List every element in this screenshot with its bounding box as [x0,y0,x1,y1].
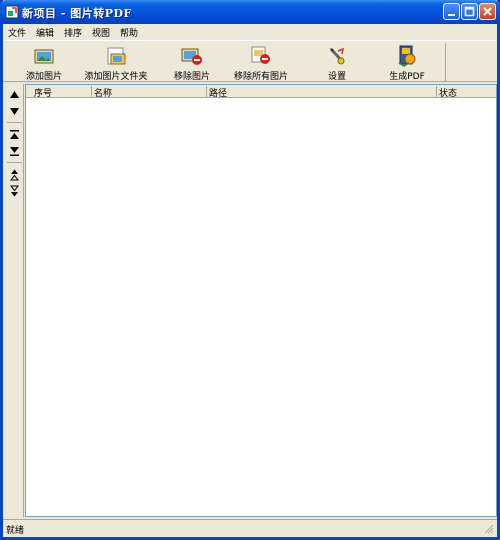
generate-pdf-label: 生成PDF [389,72,425,82]
menu-view[interactable]: 视图 [92,26,110,39]
remove-image-icon [181,48,202,65]
resize-grip-icon[interactable] [484,524,494,534]
sidebar-divider [7,122,22,123]
move-down-button[interactable] [7,104,22,118]
add-folder-label: 添加图片文件夹 [84,72,148,82]
close-icon [483,7,492,16]
list-header: 序号 名称 路径 状态 [26,85,496,99]
remove-all-label: 移除所有图片 [233,72,288,82]
column-header-name[interactable]: 名称 [94,86,112,99]
settings-button[interactable]: 设置 [317,42,357,82]
minimize-icon [448,14,455,16]
move-up-button[interactable] [7,88,22,102]
add-image-label: 添加图片 [25,72,62,82]
move-bottom-button[interactable] [7,144,22,158]
remove-image-label: 移除图片 [173,72,210,82]
status-bar: 就绪 [3,519,497,537]
column-header-index[interactable]: 序号 [34,86,52,99]
move-top-button[interactable] [7,128,22,142]
minimize-button[interactable] [443,3,460,20]
add-folder-button[interactable]: 添加图片文件夹 [81,42,151,82]
sort-ascending-button[interactable] [7,168,22,182]
column-header-path[interactable]: 路径 [209,86,227,99]
toolbar: 添加图片 添加图片文件夹 移除图片 移除所有图片 设置 生成PDF [3,40,497,82]
column-divider[interactable] [206,86,207,97]
title-bar[interactable]: 新项目 - 图片转PDF [0,0,500,24]
app-window: 新项目 - 图片转PDF 文件 编辑 排序 视图 帮助 添加图片 添加图片文件夹… [0,0,500,540]
menu-bar: 文件 编辑 排序 视图 帮助 [3,24,497,40]
maximize-icon [464,6,475,17]
sidebar-divider [7,162,22,163]
add-folder-icon [107,47,126,65]
maximize-button[interactable] [461,3,478,20]
image-list[interactable]: 序号 名称 路径 状态 [25,84,497,517]
window-title: 新项目 - 图片转PDF [22,7,132,20]
sort-sidebar [5,84,24,517]
app-icon [5,5,19,19]
menu-edit[interactable]: 编辑 [36,26,54,39]
settings-label: 设置 [327,72,346,82]
menu-file[interactable]: 文件 [8,26,26,39]
menu-help[interactable]: 帮助 [120,26,138,39]
remove-image-button[interactable]: 移除图片 [167,42,217,82]
column-divider[interactable] [91,86,92,97]
menu-sort[interactable]: 排序 [64,26,82,39]
remove-all-button[interactable]: 移除所有图片 [231,42,291,82]
column-divider[interactable] [436,86,437,97]
generate-pdf-button[interactable]: 生成PDF [384,42,430,82]
remove-all-icon [251,46,270,64]
toolbar-divider [445,43,446,81]
column-header-status[interactable]: 状态 [439,86,457,99]
settings-icon [329,47,345,65]
sort-descending-button[interactable] [7,184,22,198]
add-image-icon [34,49,54,64]
generate-pdf-icon [398,45,416,67]
close-button[interactable] [479,3,496,20]
add-image-button[interactable]: 添加图片 [19,42,69,82]
status-text: 就绪 [6,526,25,536]
